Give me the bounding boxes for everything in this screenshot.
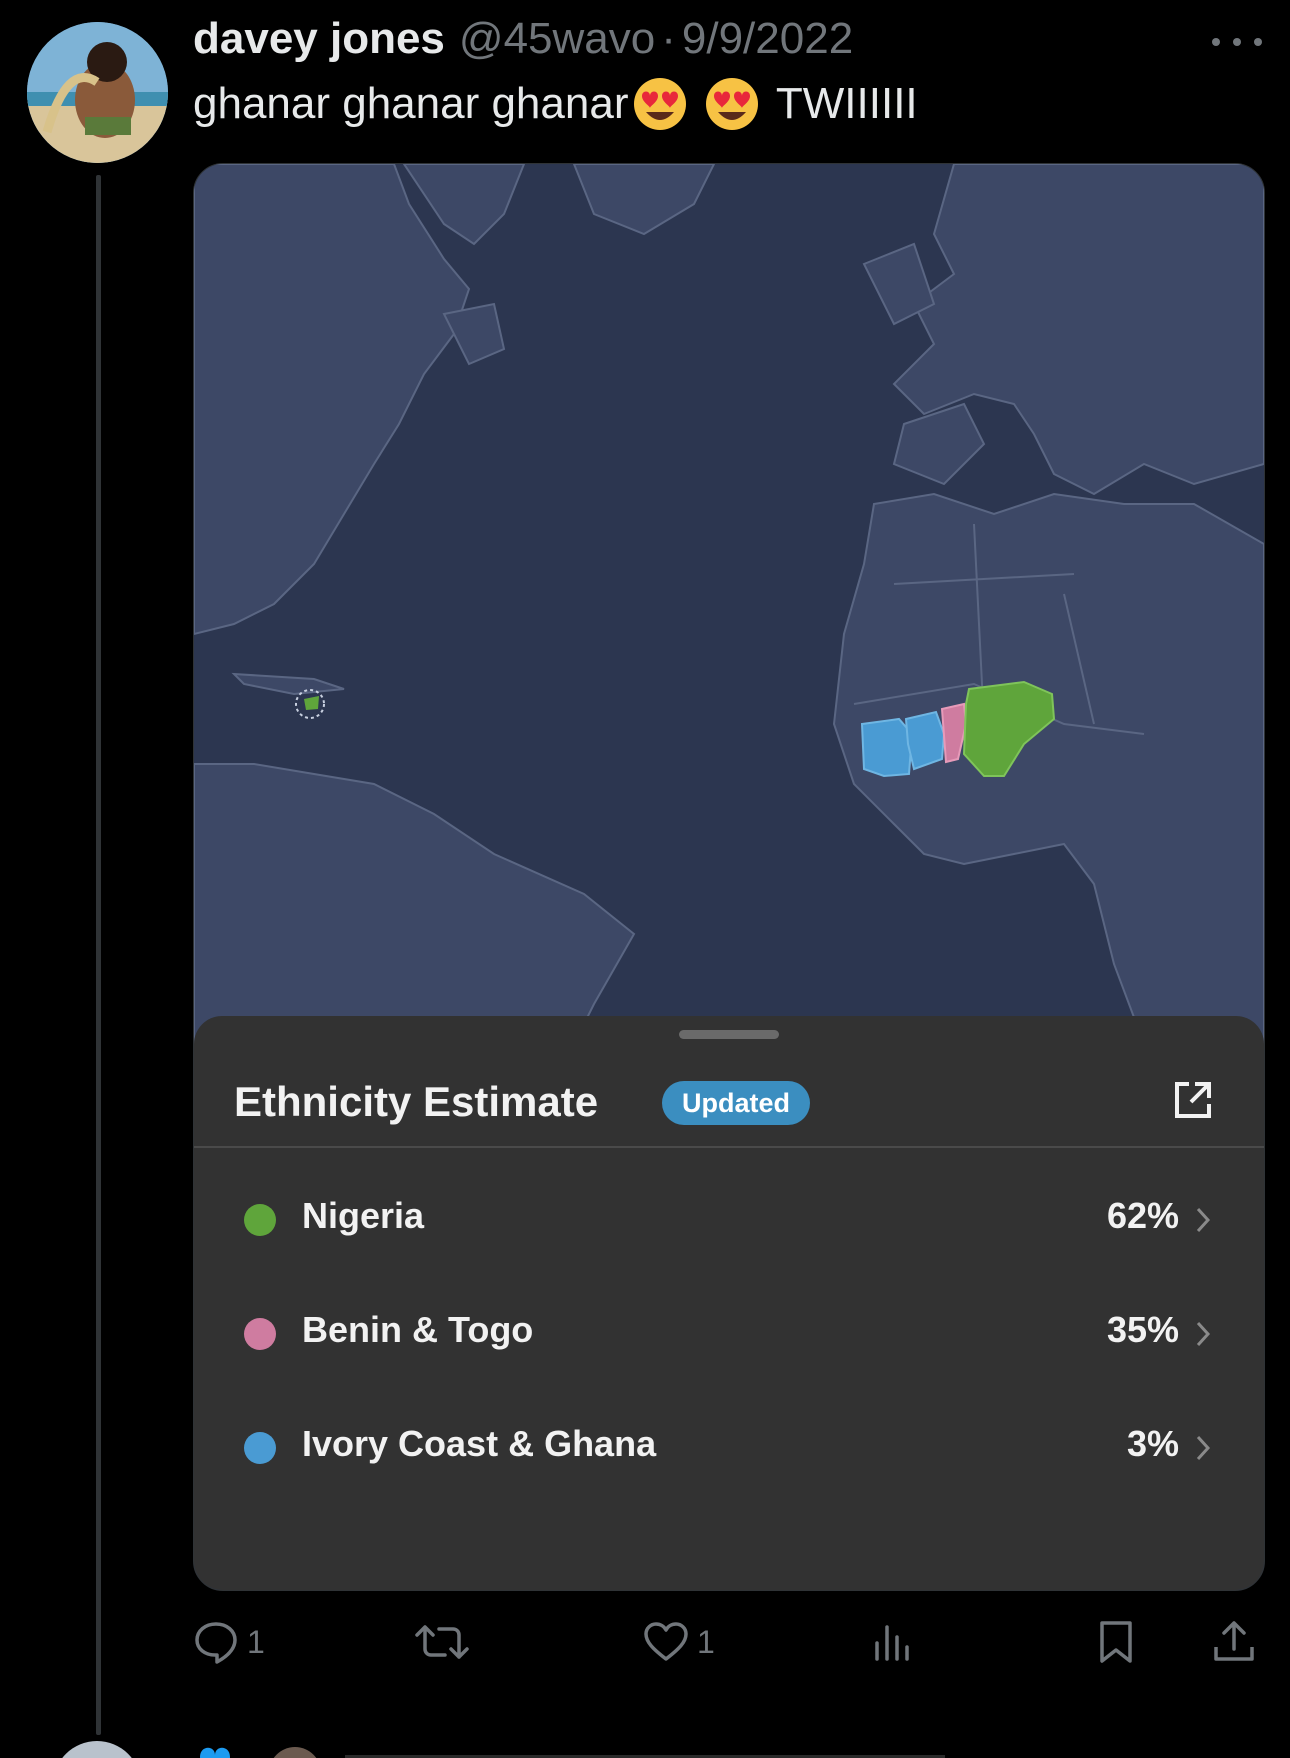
retweet-icon: [415, 1625, 469, 1659]
color-dot: [244, 1204, 276, 1236]
next-reply-peek: [0, 1735, 1290, 1758]
ethnicity-label: Nigeria: [302, 1195, 425, 1236]
updated-badge: Updated: [662, 1081, 810, 1125]
heart-icon: [644, 1622, 688, 1661]
chevron-right-icon: [1196, 1435, 1211, 1461]
heart-eyes-emoji-icon: [634, 78, 687, 130]
chevron-right-icon: [1196, 1321, 1211, 1347]
user-handle[interactable]: @45wavo: [459, 14, 655, 64]
avatar-image: [27, 22, 168, 163]
chevron-right-icon: [1196, 1207, 1211, 1233]
analytics-icon: [875, 1625, 909, 1661]
avatar[interactable]: [27, 22, 168, 163]
ethnicity-percent: 3%: [1126, 1423, 1179, 1464]
ethnicity-row-ivory-coast-ghana[interactable]: Ivory Coast & Ghana 3%: [194, 1399, 1264, 1499]
color-dot: [244, 1432, 276, 1464]
bookmark-button[interactable]: [1093, 1612, 1139, 1672]
tweet-text: ghanar ghanar ghanar TWIIIIII: [193, 76, 918, 132]
tweet-date[interactable]: 9/9/2022: [682, 14, 853, 64]
like-count: 1: [697, 1623, 715, 1660]
ethnicity-row-benin-togo[interactable]: Benin & Togo 35%: [194, 1285, 1264, 1385]
ethnicity-label: Ivory Coast & Ghana: [302, 1423, 657, 1464]
display-name[interactable]: davey jones: [193, 14, 445, 64]
tweet-header: davey jones @45wavo · 9/9/2022: [193, 14, 853, 74]
like-button[interactable]: 1: [643, 1612, 715, 1672]
more-options-icon[interactable]: [1212, 30, 1262, 54]
ethnicity-row-nigeria[interactable]: Nigeria 62%: [194, 1171, 1264, 1271]
sheet-title: Ethnicity Estimate: [234, 1078, 599, 1125]
separator-dot: ·: [661, 14, 676, 63]
tweet-text-main: ghanar ghanar ghanar: [193, 79, 629, 128]
ethnicity-label: Benin & Togo: [302, 1309, 534, 1350]
reply-icon: [195, 1622, 237, 1664]
retweet-button[interactable]: [415, 1612, 477, 1672]
sheet-divider: [194, 1146, 1264, 1148]
external-link-icon[interactable]: [1169, 1076, 1217, 1124]
share-icon: [1214, 1621, 1254, 1661]
media-card[interactable]: Ethnicity Estimate Updated Nigeria 62% B…: [193, 163, 1265, 1591]
reply-count: 1: [247, 1623, 265, 1660]
ethnicity-percent: 35%: [1106, 1309, 1179, 1350]
sheet-grabber[interactable]: [679, 1030, 779, 1039]
next-reply-graphics: [62, 1741, 945, 1758]
tweet-text-suffix: TWIIIIII: [764, 79, 918, 128]
ethnicity-sheet: Ethnicity Estimate Updated Nigeria 62% B…: [194, 1016, 1264, 1590]
views-button[interactable]: [869, 1612, 915, 1672]
ethnicity-percent: 62%: [1106, 1195, 1179, 1236]
share-button[interactable]: [1211, 1612, 1257, 1672]
action-bar: 1 1: [193, 1612, 1273, 1672]
color-dot: [244, 1318, 276, 1350]
thread-line: [96, 175, 101, 1735]
bookmark-icon: [1100, 1621, 1132, 1663]
reply-button[interactable]: 1: [193, 1612, 265, 1672]
heart-eyes-emoji-icon: [706, 78, 759, 130]
world-map: [194, 164, 1264, 1044]
